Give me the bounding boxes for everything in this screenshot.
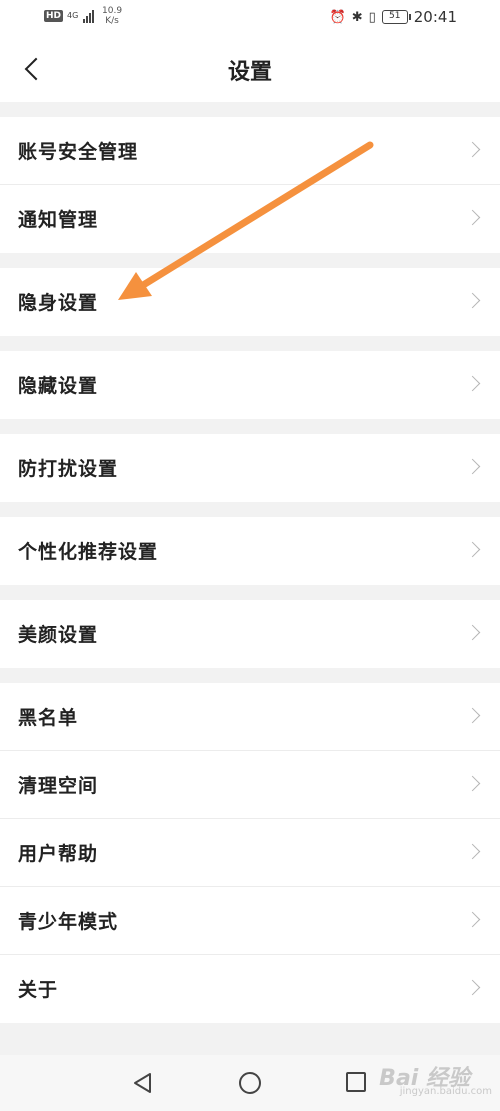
- signal-icon: [83, 9, 95, 23]
- settings-item-label: 隐身设置: [18, 292, 99, 314]
- app-header: 设置: [0, 36, 500, 102]
- settings-item-personalized-recommendations[interactable]: 个性化推荐设置: [0, 517, 500, 585]
- settings-item-label: 青少年模式: [18, 911, 119, 933]
- settings-list: 账号安全管理 通知管理 隐身设置 隐藏设置 防打扰设置 个性化推荐设置 美颜设置…: [0, 102, 500, 1023]
- clock: 20:41: [413, 8, 457, 26]
- settings-item-blacklist[interactable]: 黑名单: [0, 683, 500, 751]
- chevron-right-icon: [464, 707, 481, 724]
- page-title: 设置: [227, 60, 272, 85]
- settings-item-label: 美颜设置: [18, 624, 99, 646]
- settings-item-help[interactable]: 用户帮助: [0, 819, 500, 887]
- speed-value: 10.9: [102, 6, 123, 16]
- watermark-url: jingyan.baidu.com: [399, 1086, 492, 1097]
- settings-item-label: 防打扰设置: [18, 458, 119, 480]
- chevron-right-icon: [464, 292, 481, 309]
- alarm-icon: ⏰: [329, 9, 346, 25]
- chevron-right-icon: [464, 458, 481, 475]
- speed-unit: K/s: [105, 16, 119, 26]
- chevron-right-icon: [464, 541, 481, 558]
- battery-icon: 51: [381, 10, 411, 24]
- settings-item-label: 账号安全管理: [18, 141, 139, 163]
- chevron-right-icon: [464, 141, 481, 158]
- settings-item-label: 黑名单: [18, 707, 79, 729]
- chevron-right-icon: [464, 775, 481, 792]
- settings-item-label: 通知管理: [18, 209, 99, 231]
- settings-item-label: 用户帮助: [18, 843, 99, 865]
- settings-item-hide[interactable]: 隐藏设置: [0, 351, 500, 419]
- settings-item-clear-space[interactable]: 清理空间: [0, 751, 500, 819]
- status-right: ⏰ ✱ ▯ 51 20:41: [330, 8, 457, 26]
- chevron-right-icon: [464, 911, 481, 928]
- settings-item-notifications[interactable]: 通知管理: [0, 185, 500, 253]
- chevron-right-icon: [464, 375, 481, 392]
- chevron-right-icon: [464, 979, 481, 996]
- chevron-right-icon: [464, 843, 481, 860]
- settings-item-label: 个性化推荐设置: [18, 541, 159, 563]
- status-bar: HD 4G 10.9 K/s ⏰ ✱ ▯ 51 20:41: [0, 0, 500, 36]
- settings-item-invisible[interactable]: 隐身设置: [0, 268, 500, 336]
- settings-item-teen-mode[interactable]: 青少年模式: [0, 887, 500, 955]
- vibrate-icon: ▯: [368, 9, 376, 25]
- bluetooth-icon: ✱: [351, 9, 363, 25]
- network-speed: 10.9 K/s: [102, 6, 122, 26]
- settings-item-label: 关于: [18, 979, 59, 1001]
- settings-item-label: 清理空间: [18, 775, 99, 797]
- chevron-right-icon: [464, 624, 481, 641]
- hd-badge: HD: [44, 10, 64, 22]
- circle-home-icon[interactable]: [239, 1072, 261, 1094]
- status-left: HD 4G 10.9 K/s: [44, 6, 122, 26]
- settings-item-label: 隐藏设置: [18, 375, 99, 397]
- network-type: 4G: [67, 11, 79, 20]
- square-recent-icon[interactable]: [346, 1072, 366, 1092]
- chevron-right-icon: [464, 209, 481, 226]
- settings-item-about[interactable]: 关于: [0, 955, 500, 1023]
- settings-item-beauty[interactable]: 美颜设置: [0, 600, 500, 668]
- triangle-back-icon[interactable]: [132, 1072, 154, 1094]
- settings-item-do-not-disturb[interactable]: 防打扰设置: [0, 434, 500, 502]
- settings-item-account-security[interactable]: 账号安全管理: [0, 117, 500, 185]
